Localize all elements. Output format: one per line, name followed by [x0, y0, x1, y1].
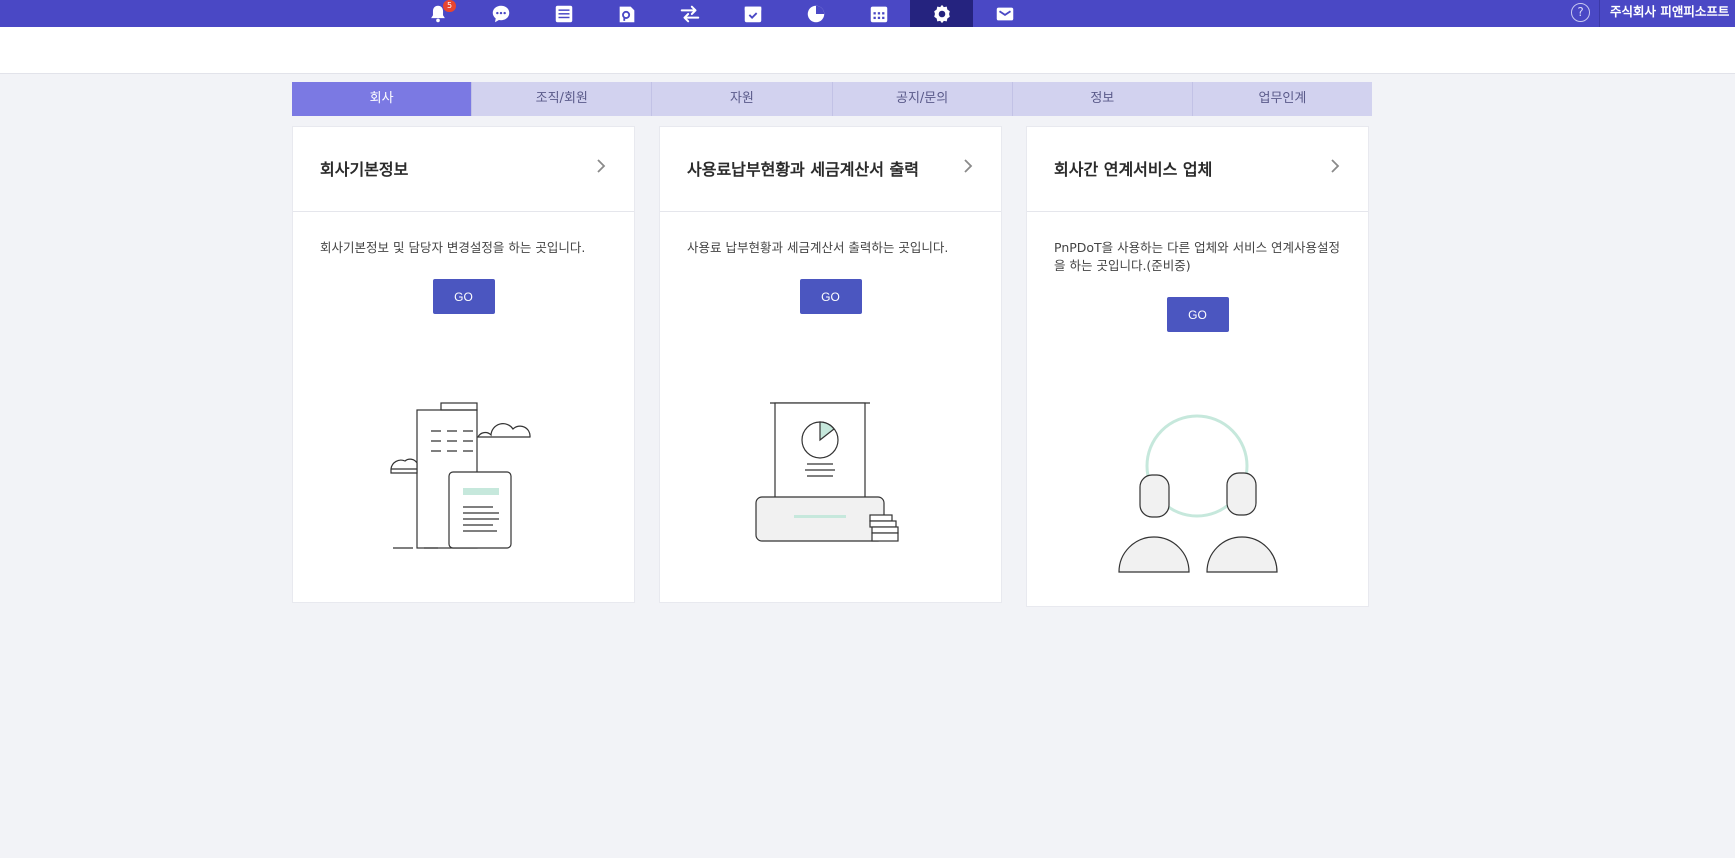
top-nav-bar: 5 ? 주식회사 피앤피소프트	[0, 0, 1735, 27]
tab-company[interactable]: 회사	[292, 82, 473, 116]
tab-information[interactable]: 정보	[1012, 82, 1193, 116]
go-button[interactable]: GO	[1166, 297, 1229, 332]
chat-icon	[492, 5, 509, 22]
tab-resources[interactable]: 자원	[652, 82, 833, 116]
transfer-button[interactable]	[658, 0, 721, 27]
card-description: 사용료 납부현황과 세금계산서 출력하는 곳입니다.	[687, 240, 949, 255]
card-header[interactable]: 회사기본정보	[293, 127, 634, 212]
approval-button[interactable]	[721, 0, 784, 27]
settings-tabs: 회사 조직/회원 자원 공지/문의 정보 업무인계	[292, 82, 1373, 116]
settings-button[interactable]	[910, 0, 973, 27]
people-illustration	[1118, 414, 1278, 573]
linked-service-card: 회사간 연계서비스 업체 PnPDoT을 사용하는 다른 업체와 서비스 연계사…	[1026, 126, 1369, 607]
notification-badge: 5	[443, 0, 456, 12]
document-button[interactable]	[595, 0, 658, 27]
tab-handover[interactable]: 업무인계	[1192, 82, 1373, 116]
building-illustration	[390, 402, 531, 549]
mail-icon	[996, 7, 1013, 20]
statistics-button[interactable]	[784, 0, 847, 27]
schedule-button[interactable]	[847, 0, 910, 27]
company-name[interactable]: 주식회사 피앤피소프트	[1610, 0, 1729, 27]
help-button[interactable]: ?	[1571, 3, 1590, 22]
list-icon	[555, 5, 572, 22]
chevron-right-icon	[597, 159, 606, 173]
gear-icon	[933, 4, 950, 23]
go-button[interactable]: GO	[799, 279, 862, 314]
mail-button[interactable]	[973, 0, 1036, 27]
pie-chart-icon	[807, 5, 824, 22]
card-title: 회사기본정보	[320, 160, 409, 179]
transfer-arrows-icon	[680, 5, 699, 22]
card-description: 회사기본정보 및 담당자 변경설정을 하는 곳입니다.	[320, 240, 586, 255]
tab-organization-members[interactable]: 조직/회원	[472, 82, 653, 116]
chevron-right-icon	[1331, 159, 1340, 173]
go-button[interactable]: GO	[432, 279, 495, 314]
card-header[interactable]: 사용료납부현황과 세금계산서 출력	[660, 127, 1001, 212]
calendar-icon	[870, 6, 887, 22]
tab-notice-inquiry[interactable]: 공지/문의	[832, 82, 1013, 116]
chevron-right-icon	[964, 159, 973, 173]
card-description: PnPDoT을 사용하는 다른 업체와 서비스 연계사용설정을 하는 곳입니다.…	[1054, 240, 1341, 273]
notifications-button[interactable]: 5	[406, 0, 469, 27]
messenger-button[interactable]	[469, 0, 532, 27]
billing-card: 사용료납부현황과 세금계산서 출력 사용료 납부현황과 세금계산서 출력하는 곳…	[659, 126, 1002, 603]
card-header[interactable]: 회사간 연계서비스 업체	[1027, 127, 1368, 212]
card-title: 사용료납부현황과 세금계산서 출력	[687, 160, 919, 179]
printer-illustration	[755, 402, 899, 542]
card-title: 회사간 연계서비스 업체	[1054, 160, 1213, 179]
calendar-check-icon	[744, 6, 761, 22]
company-info-card: 회사기본정보 회사기본정보 및 담당자 변경설정을 하는 곳입니다. GO	[292, 126, 635, 603]
sub-header	[0, 27, 1735, 74]
board-button[interactable]	[532, 0, 595, 27]
document-search-icon	[619, 6, 634, 22]
top-divider	[1599, 0, 1600, 27]
